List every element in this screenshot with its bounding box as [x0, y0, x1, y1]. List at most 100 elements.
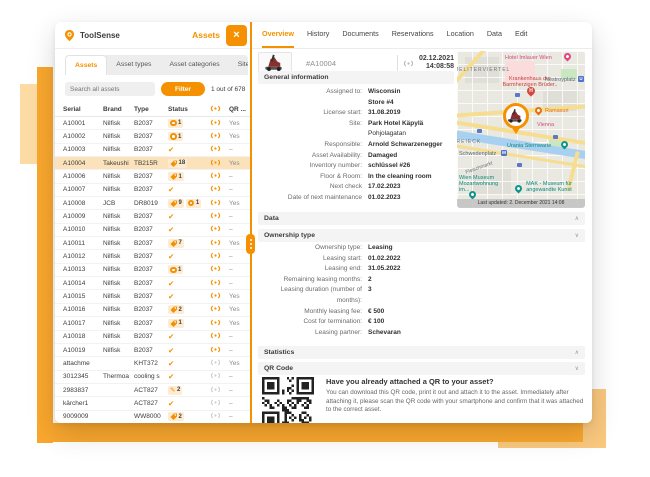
table-row[interactable]: A10007 Nilfisk B2037 ✔ – [55, 184, 250, 198]
status-cell: ✔ [168, 186, 210, 193]
field-value: € 100 [368, 318, 385, 326]
table-row[interactable]: A10002 Nilfisk B2037 1 Yes [55, 130, 250, 144]
qr-cell: Yes [229, 319, 240, 327]
table-row[interactable]: 3012345 Thermoa cooling s ✔ – [55, 371, 250, 384]
iot-link-icon [210, 252, 229, 261]
field-label: Inventory number: [309, 162, 362, 170]
chevron-up-icon[interactable]: ∧ [575, 215, 579, 222]
qr-cell: Yes [229, 133, 240, 141]
qr-cell: – [229, 226, 233, 234]
table-row[interactable]: A10006 Nilfisk B2037 1 – [55, 170, 250, 184]
table-row[interactable]: A10004 Takeushi TB215R 18 Yes [55, 157, 250, 171]
table-row[interactable]: A10003 Nilfisk B2037 ✔ – [55, 144, 250, 158]
tab-documents[interactable]: Documents [342, 22, 378, 48]
table-row[interactable]: A10009 Nilfisk B2037 ✔ – [55, 210, 250, 224]
header-status[interactable]: Status [168, 106, 210, 113]
map-label-museum2: MAK - Museum für angewandte Kunst [526, 181, 572, 194]
location-map[interactable]: Hotel Imlauer Wien MELITERVIERTEL Kranke… [457, 51, 585, 208]
status-cell: 7 [168, 238, 210, 248]
decor-bar-left [37, 67, 53, 443]
serial-cell: A10007 [63, 186, 86, 194]
tab-edit[interactable]: Edit [515, 22, 527, 48]
left-panel-header: ToolSense Assets × [55, 22, 250, 49]
link-column-icon[interactable] [210, 105, 229, 114]
header-type[interactable]: Type [134, 106, 168, 113]
close-icon[interactable]: × [226, 24, 247, 46]
map-label-city: Vienna [537, 122, 555, 128]
serial-cell: A10019 [63, 346, 86, 354]
brand-cell: Nilfisk [103, 226, 121, 234]
iot-link-icon [210, 279, 229, 288]
serial-cell: A10006 [63, 173, 86, 181]
table-row[interactable]: A10017 Nilfisk B2037 1 Yes [55, 317, 250, 331]
map-label-square: Schwedenplatz [459, 151, 497, 157]
qr-cell: – [229, 399, 233, 407]
section-ownership-type[interactable]: Ownership type ∨ [258, 229, 585, 242]
table-row[interactable]: attachme KHT372 ✔ Yes [55, 357, 250, 371]
table-row[interactable]: A10018 Nilfisk B2037 ✔ – [55, 331, 250, 344]
field-value: Schevaran [368, 328, 401, 336]
table-row[interactable]: kärcher1 ACT827 ✔ – [55, 397, 250, 411]
serial-cell: 3012345 [63, 373, 89, 381]
serial-cell: A10016 [63, 306, 86, 314]
tab-history[interactable]: History [307, 22, 329, 48]
header-serial[interactable]: Serial [63, 106, 103, 113]
page: ToolSense Assets × Assets Asset types As… [0, 0, 650, 477]
field-row: Cost for termination: € 100 [258, 317, 585, 328]
tab-sites[interactable]: Sites [229, 55, 248, 75]
table-row[interactable]: A10010 Nilfisk B2037 ✔ – [55, 224, 250, 238]
serial-cell: A10008 [63, 199, 86, 207]
tab-reservations[interactable]: Reservations [392, 22, 434, 48]
table-row[interactable]: A10012 Nilfisk B2037 ✔ – [55, 250, 250, 264]
status-cell: 2 [168, 412, 210, 422]
machine-image [265, 54, 282, 71]
asset-tabs: Assets Asset types Asset categories Site… [65, 55, 248, 75]
table-row[interactable]: 2983837 ACT827 ✎ 2 – [55, 384, 250, 398]
chevron-down-icon[interactable]: ∨ [575, 365, 579, 372]
chevron-down-icon[interactable]: ∨ [575, 232, 579, 239]
table-row[interactable]: 9009009 WW8000 2 – [55, 411, 250, 423]
section-data[interactable]: Data ∧ [258, 212, 585, 225]
table-row[interactable]: A10014 Nilfisk B2037 ✔ – [55, 277, 250, 291]
field-label: Monthly leasing fee: [304, 307, 362, 315]
status-cell: ✔ [168, 280, 210, 287]
tab-data[interactable]: Data [487, 22, 502, 48]
field-label: Floor & Room: [320, 172, 362, 180]
asset-table: Serial Brand Type Status QR ... A10001 Ni… [55, 102, 250, 423]
chevron-up-icon[interactable]: ∧ [575, 349, 579, 356]
brand-cell: Nilfisk [103, 279, 121, 287]
iot-link-icon [210, 359, 229, 368]
table-row[interactable]: A10011 Nilfisk B2037 7 Yes [55, 237, 250, 251]
divider [396, 55, 398, 71]
qr-block: Have you already attached a QR to your a… [262, 377, 584, 423]
brand-cell: Nilfisk [103, 239, 121, 247]
type-cell: B2037 [134, 186, 153, 194]
table-row[interactable]: A10019 Nilfisk B2037 ✔ – [55, 344, 250, 358]
header-brand[interactable]: Brand [103, 106, 134, 113]
field-value: € 500 [368, 307, 385, 315]
tab-asset-categories[interactable]: Asset categories [160, 55, 228, 75]
section-qr-code[interactable]: QR Code ∨ [258, 362, 585, 375]
table-row[interactable]: A10001 Nilfisk B2037 1 Yes [55, 117, 250, 131]
field-value: 2 [368, 275, 372, 283]
tab-assets[interactable]: Assets [65, 55, 108, 75]
tab-location[interactable]: Location [447, 22, 474, 48]
iot-link-icon [210, 239, 229, 248]
table-row[interactable]: A10015 Nilfisk B2037 ✔ Yes [55, 290, 250, 304]
tab-overview[interactable]: Overview [262, 22, 294, 48]
table-row[interactable]: A10013 Nilfisk B2037 1 – [55, 264, 250, 278]
brand-cell: Nilfisk [103, 146, 121, 154]
asset-detail-panel: Overview History Documents Reservations … [252, 22, 592, 423]
table-row[interactable]: A10008 JCB DR8019 9 1 Yes [55, 197, 250, 211]
field-value: Arnold Schwarzenegger [368, 140, 443, 148]
panel-drag-handle[interactable] [246, 234, 255, 254]
iot-link-icon [210, 159, 229, 168]
table-row[interactable]: A10016 Nilfisk B2037 2 Yes [55, 304, 250, 318]
section-statistics[interactable]: Statistics ∧ [258, 346, 585, 359]
tab-asset-types[interactable]: Asset types [107, 55, 160, 75]
header-qr[interactable]: QR ... [229, 106, 247, 113]
filter-button[interactable]: Filter [161, 82, 205, 96]
search-input[interactable] [65, 82, 155, 96]
asset-location-marker[interactable] [503, 103, 529, 134]
status-badge: 1 [168, 118, 184, 128]
